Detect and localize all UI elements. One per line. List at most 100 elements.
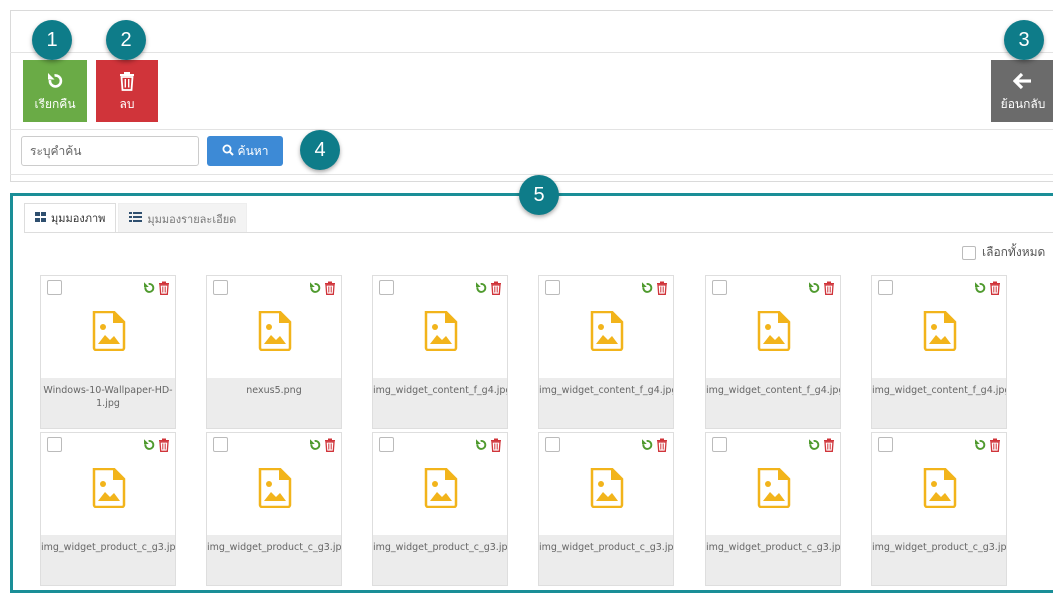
file-checkbox[interactable] <box>213 437 228 452</box>
file-actions <box>807 437 835 456</box>
delete-label: ลบ <box>119 96 135 111</box>
search-button[interactable]: ค้นหา <box>207 136 283 166</box>
trash-icon[interactable] <box>656 437 668 456</box>
restore-icon[interactable] <box>308 437 322 456</box>
search-button-label: ค้นหา <box>237 143 269 158</box>
trash-icon[interactable] <box>324 437 336 456</box>
file-actions <box>973 437 1001 456</box>
file-actions <box>807 280 835 299</box>
file-card[interactable]: img_widget_content_f_g4.jpg <box>871 275 1007 429</box>
file-checkbox[interactable] <box>47 280 62 295</box>
image-file-icon <box>423 467 459 512</box>
image-file-icon <box>589 310 625 355</box>
restore-icon[interactable] <box>308 280 322 299</box>
file-checkbox[interactable] <box>379 280 394 295</box>
file-checkbox[interactable] <box>878 437 893 452</box>
file-checkbox[interactable] <box>47 437 62 452</box>
file-name: img_widget_content_f_g4.jpg <box>872 378 1006 428</box>
image-file-icon <box>91 310 127 355</box>
image-file-icon <box>756 467 792 512</box>
restore-icon[interactable] <box>973 437 987 456</box>
file-actions <box>308 437 336 456</box>
search-input[interactable] <box>21 136 199 166</box>
tab-grid-label: มุมมองภาพ <box>51 212 106 225</box>
callout-badge-2: 2 <box>106 20 146 60</box>
image-file-icon <box>922 310 958 355</box>
file-name: img_widget_content_f_g4.jpg <box>539 378 673 428</box>
delete-button[interactable]: ลบ <box>96 60 158 122</box>
restore-icon[interactable] <box>807 437 821 456</box>
select-all-label: เลือกทั้งหมด <box>982 245 1046 259</box>
search-icon <box>222 144 234 159</box>
file-name: img_widget_product_c_g3.jpg <box>41 535 175 585</box>
tab-grid-view[interactable]: มุมมองภาพ <box>24 203 117 233</box>
file-checkbox[interactable] <box>379 437 394 452</box>
file-card[interactable]: img_widget_content_f_g4.jpg <box>705 275 841 429</box>
restore-button[interactable]: เรียกคืน <box>23 60 87 122</box>
trash-icon[interactable] <box>989 437 1001 456</box>
view-tabs: มุมมองภาพ มุมมองรายละเอียด <box>24 203 248 233</box>
file-actions <box>142 280 170 299</box>
file-name: img_widget_content_f_g4.jpg <box>706 378 840 428</box>
file-name: img_widget_product_c_g3.jpg <box>373 535 507 585</box>
file-actions <box>973 280 1001 299</box>
file-checkbox[interactable] <box>545 280 560 295</box>
file-card[interactable]: Windows-10-Wallpaper-HD-1.jpg <box>40 275 176 429</box>
callout-badge-4: 4 <box>300 130 340 170</box>
callout-badge-1: 1 <box>32 20 72 60</box>
select-all-checkbox[interactable] <box>962 245 976 260</box>
image-file-icon <box>922 467 958 512</box>
restore-icon[interactable] <box>640 280 654 299</box>
undo-icon <box>45 69 65 93</box>
trash-icon[interactable] <box>490 437 502 456</box>
restore-icon[interactable] <box>973 280 987 299</box>
image-file-icon <box>257 310 293 355</box>
trash-icon[interactable] <box>823 437 835 456</box>
restore-icon[interactable] <box>474 437 488 456</box>
file-checkbox[interactable] <box>213 280 228 295</box>
trash-icon[interactable] <box>656 280 668 299</box>
file-checkbox[interactable] <box>878 280 893 295</box>
file-checkbox[interactable] <box>545 437 560 452</box>
restore-icon[interactable] <box>807 280 821 299</box>
tab-detail-view[interactable]: มุมมองรายละเอียด <box>118 203 248 233</box>
trash-icon[interactable] <box>823 280 835 299</box>
file-card[interactable]: img_widget_product_c_g3.jpg <box>372 432 508 586</box>
select-all[interactable]: เลือกทั้งหมด <box>962 243 1045 262</box>
file-card[interactable]: img_widget_product_c_g3.jpg <box>538 432 674 586</box>
file-card[interactable]: img_widget_product_c_g3.jpg <box>206 432 342 586</box>
trash-icon[interactable] <box>490 280 502 299</box>
file-card[interactable]: img_widget_content_f_g4.jpg <box>538 275 674 429</box>
arrow-left-icon <box>1013 69 1033 93</box>
restore-icon[interactable] <box>474 280 488 299</box>
restore-icon[interactable] <box>640 437 654 456</box>
file-actions <box>474 280 502 299</box>
list-icon <box>129 212 143 225</box>
file-name: nexus5.png <box>207 378 341 428</box>
trash-icon[interactable] <box>324 280 336 299</box>
file-name: img_widget_content_f_g4.jpg <box>373 378 507 428</box>
toolbar-divider <box>10 129 1053 130</box>
file-card[interactable]: img_widget_product_c_g3.jpg <box>705 432 841 586</box>
file-name: Windows-10-Wallpaper-HD-1.jpg <box>41 378 175 428</box>
restore-icon[interactable] <box>142 437 156 456</box>
file-checkbox[interactable] <box>712 437 727 452</box>
callout-badge-3: 3 <box>1004 20 1044 60</box>
trash-icon[interactable] <box>158 437 170 456</box>
file-card[interactable]: img_widget_product_c_g3.jpg <box>871 432 1007 586</box>
image-file-icon <box>91 467 127 512</box>
file-checkbox[interactable] <box>712 280 727 295</box>
restore-icon[interactable] <box>142 280 156 299</box>
file-name: img_widget_product_c_g3.jpg <box>539 535 673 585</box>
file-card[interactable]: img_widget_product_c_g3.jpg <box>40 432 176 586</box>
search-bottom-divider <box>10 174 1053 175</box>
trash-icon[interactable] <box>158 280 170 299</box>
file-card[interactable]: nexus5.png <box>206 275 342 429</box>
trash-icon[interactable] <box>989 280 1001 299</box>
image-file-icon <box>756 310 792 355</box>
back-button[interactable]: ย้อนกลับ <box>991 60 1053 122</box>
file-card[interactable]: img_widget_content_f_g4.jpg <box>372 275 508 429</box>
file-actions <box>142 437 170 456</box>
image-file-icon <box>257 467 293 512</box>
file-name: img_widget_product_c_g3.jpg <box>706 535 840 585</box>
